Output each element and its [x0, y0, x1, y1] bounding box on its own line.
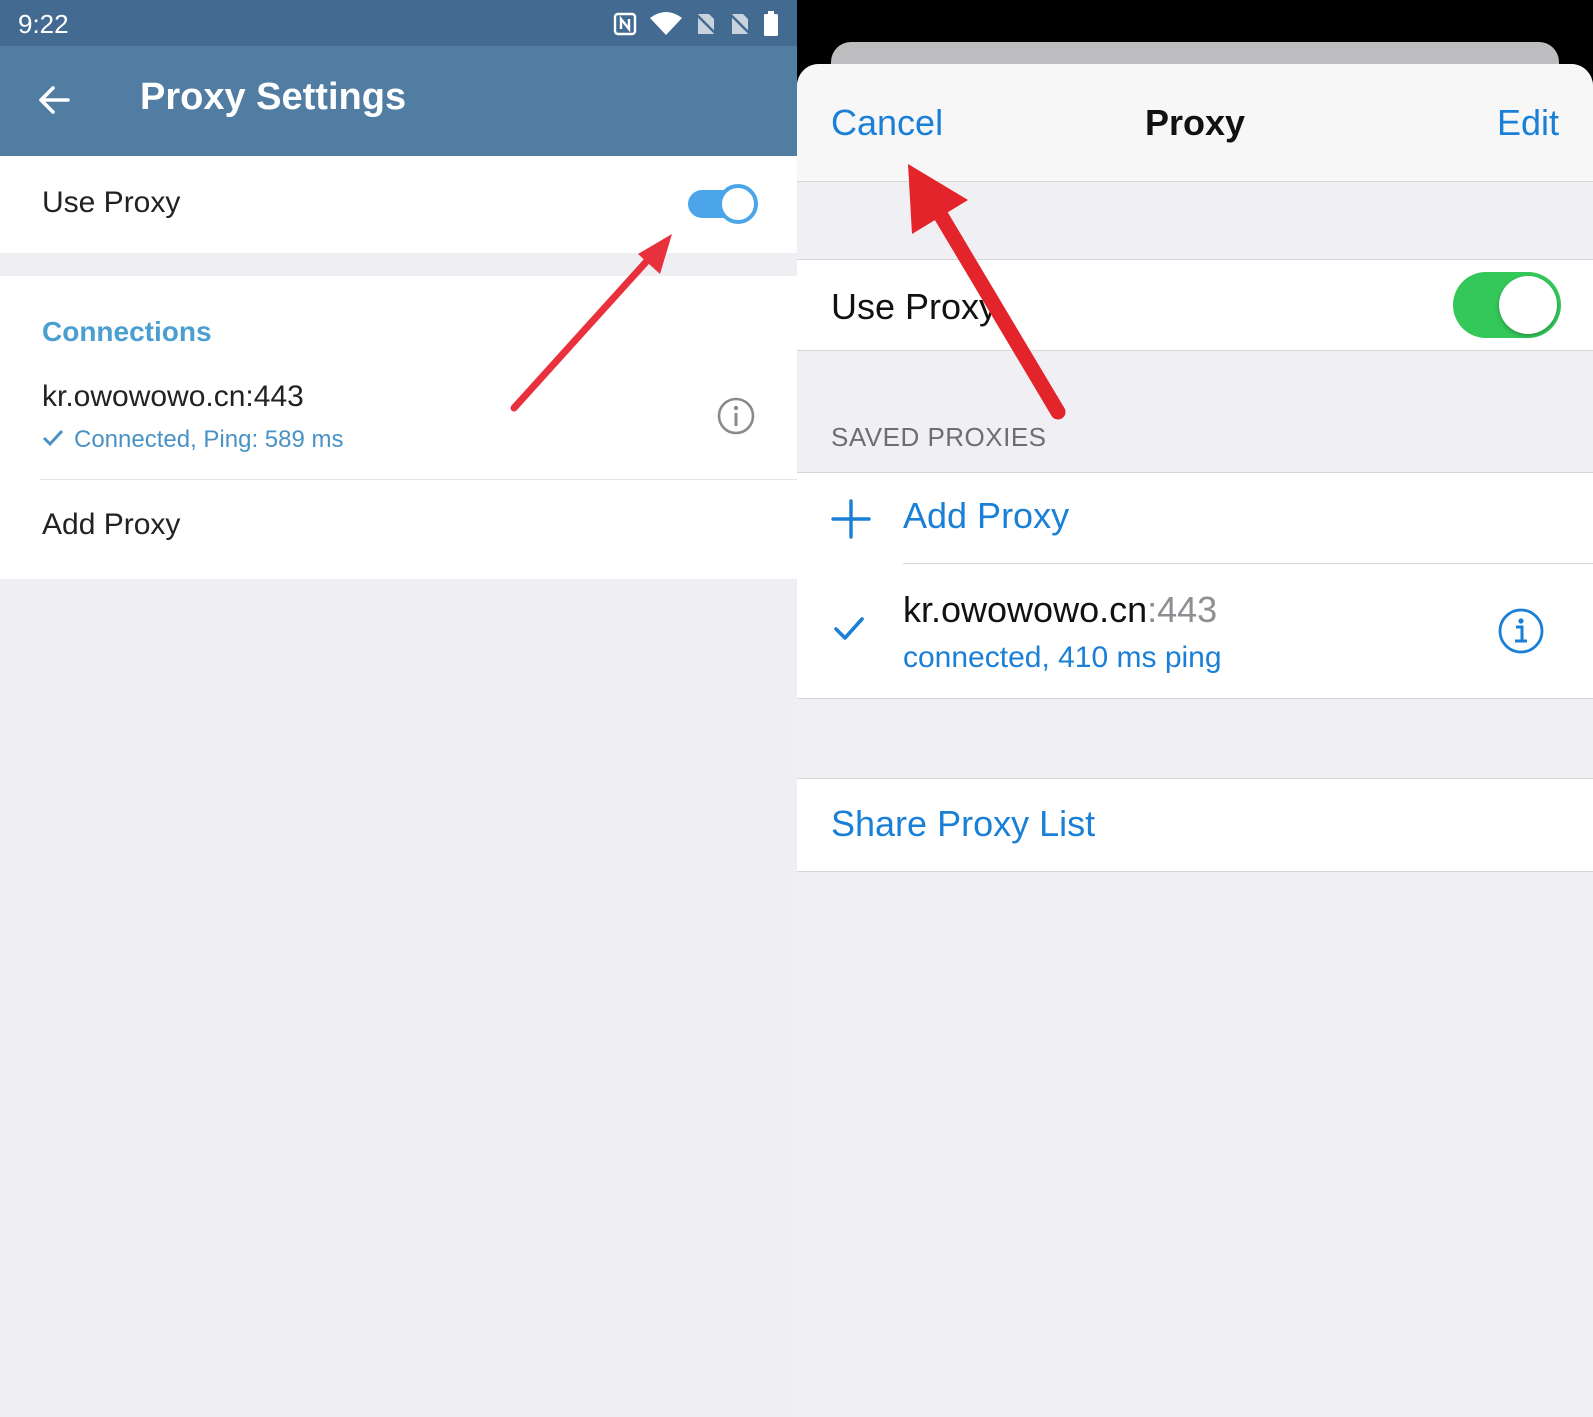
use-proxy-toggle[interactable] [688, 184, 758, 224]
edit-button[interactable]: Edit [1497, 102, 1559, 144]
proxy-server-address[interactable]: kr.owowowo.cn:443 [903, 589, 1217, 631]
status-bar: 9:22 [0, 0, 797, 46]
saved-proxies-list: Add Proxy kr.owowowo.cn:443 connected, 4… [797, 472, 1593, 699]
status-icons [613, 11, 779, 42]
toggle-thumb [718, 184, 758, 224]
use-proxy-label: Use Proxy [42, 186, 181, 219]
toggle-thumb [1499, 276, 1557, 334]
cancel-button[interactable]: Cancel [831, 102, 943, 144]
add-proxy-button[interactable]: Add Proxy [903, 495, 1069, 537]
app-bar: Proxy Settings [0, 46, 797, 156]
proxy-status: Connected, Ping: 589 ms [42, 426, 344, 454]
section-header: SAVED PROXIES [831, 422, 1047, 452]
section-header: Connections [42, 316, 212, 347]
proxy-sheet: Proxy Cancel Edit Use Proxy SAVED PROXIE… [797, 64, 1593, 1417]
no-sim-icon [695, 12, 717, 41]
divider [903, 563, 1593, 564]
share-proxy-list-row[interactable]: Share Proxy List [797, 778, 1593, 872]
proxy-server-address[interactable]: kr.owowowo.cn:443 [42, 380, 304, 414]
status-time: 9:22 [18, 9, 69, 39]
android-panel: 9:22 Proxy Settings Use Proxy Connection… [0, 0, 797, 1417]
proxy-status-text: connected, 410 ms ping [903, 641, 1222, 674]
navigation-bar: Proxy Cancel Edit [797, 64, 1593, 182]
use-proxy-row[interactable]: Use Proxy [797, 259, 1593, 351]
proxy-port: :443 [1147, 589, 1218, 630]
use-proxy-toggle[interactable] [1453, 272, 1561, 338]
add-proxy-button[interactable]: Add Proxy [42, 508, 180, 542]
proxy-status-text: Connected, Ping: 589 ms [74, 426, 344, 453]
ios-panel: Proxy Cancel Edit Use Proxy SAVED PROXIE… [797, 0, 1593, 1417]
use-proxy-label: Use Proxy [831, 286, 998, 327]
check-icon [42, 426, 64, 454]
use-proxy-row[interactable]: Use Proxy [0, 156, 797, 253]
plus-icon[interactable] [831, 499, 871, 539]
connections-section: Connections kr.owowowo.cn:443 Connected,… [0, 276, 797, 579]
info-icon[interactable] [716, 396, 756, 436]
checkmark-icon [833, 615, 865, 643]
no-sim-icon [729, 12, 751, 41]
info-icon[interactable] [1497, 607, 1545, 655]
arrow-left-icon[interactable] [36, 82, 72, 118]
nfc-icon [613, 12, 637, 41]
proxy-host: kr.owowowo.cn [903, 589, 1148, 630]
divider [40, 479, 797, 480]
share-proxy-list-button[interactable]: Share Proxy List [831, 803, 1095, 845]
battery-icon [763, 11, 779, 42]
page-title: Proxy Settings [140, 76, 407, 118]
wifi-icon [649, 12, 683, 41]
